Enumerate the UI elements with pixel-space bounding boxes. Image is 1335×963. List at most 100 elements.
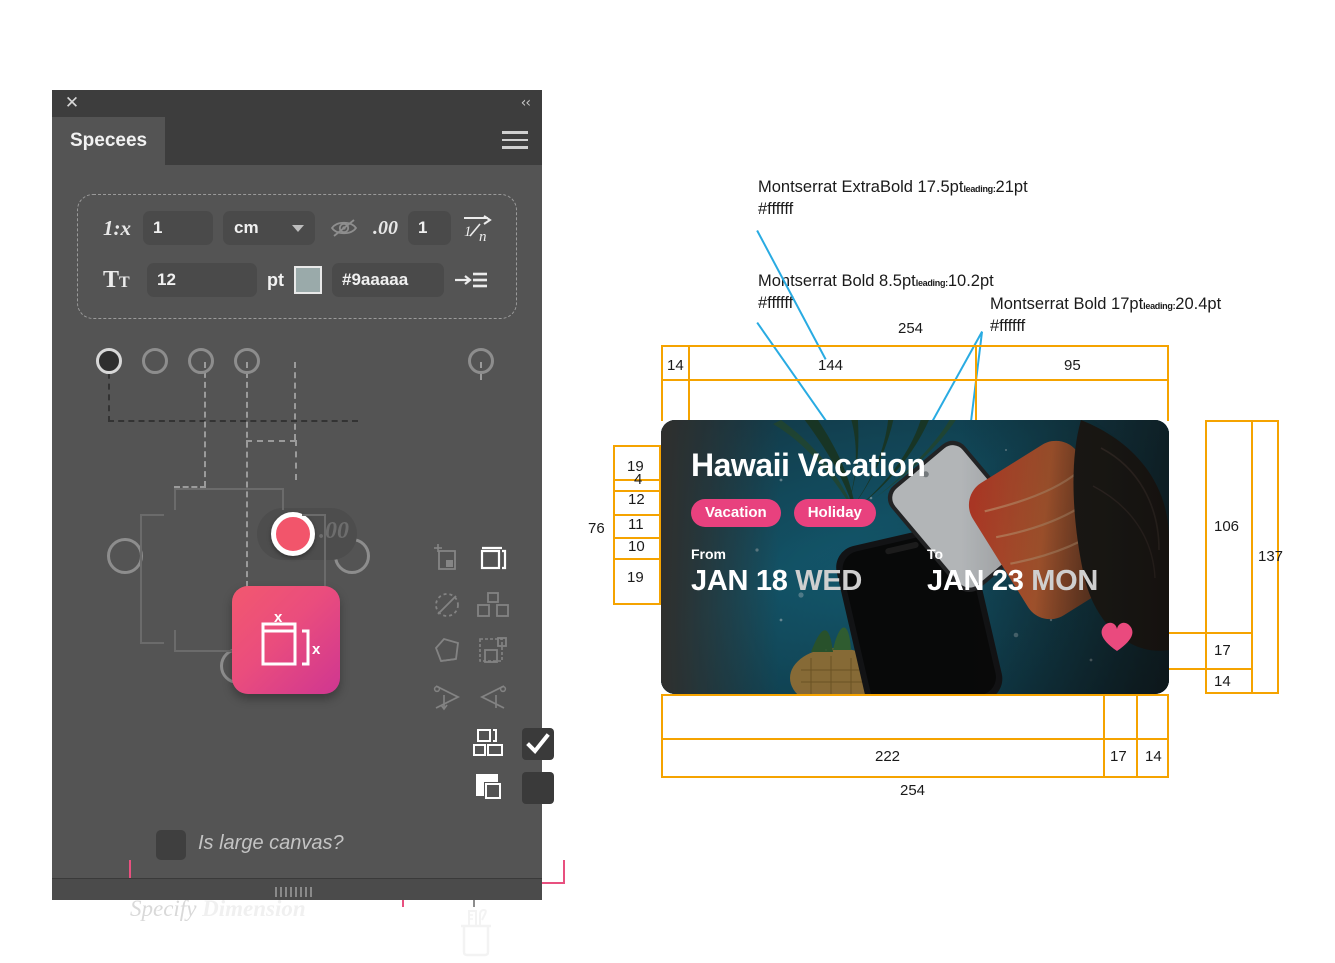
chevron-double-left-icon[interactable]: ‹‹ — [521, 94, 531, 112]
measure-top-divider — [688, 347, 690, 379]
measure-top-divider — [975, 347, 977, 379]
close-icon[interactable]: ✕ — [63, 94, 81, 112]
svg-text:1: 1 — [464, 224, 472, 240]
align-text-icon[interactable] — [454, 269, 488, 291]
unit-select[interactable]: cm — [223, 211, 315, 245]
card-tag-row: Vacation Holiday — [691, 499, 876, 527]
eye-off-icon[interactable] — [329, 216, 359, 240]
measure-bottom-seg-2: 14 — [1145, 748, 1162, 765]
confirm-checkbox[interactable] — [522, 728, 554, 760]
group-objects-icon[interactable] — [476, 634, 510, 673]
from-day: WED — [795, 565, 863, 597]
angle-right-icon[interactable] — [430, 680, 464, 719]
text-size-unit-label: pt — [267, 269, 284, 290]
connector-line — [204, 362, 206, 487]
one-over-n-icon[interactable]: 1 n — [461, 212, 495, 245]
measure-left-divider — [615, 558, 661, 560]
toolbox-icon[interactable] — [455, 906, 499, 963]
anchor-dot-2[interactable] — [142, 348, 168, 374]
duplicate-frame-icon[interactable] — [476, 542, 510, 581]
dimension-icon[interactable]: x x — [382, 906, 428, 963]
decimal-input[interactable]: 1 — [408, 211, 451, 245]
chevron-down-icon — [292, 225, 304, 232]
resize-grip[interactable] — [275, 884, 319, 897]
check-icon — [526, 733, 550, 754]
connector-line — [295, 440, 297, 480]
measure-bottom-ext-bar — [661, 694, 1169, 740]
panel-footer — [52, 878, 542, 900]
to-day: MON — [1031, 565, 1099, 597]
polygon-icon[interactable] — [430, 634, 464, 673]
measure-left-seg-1: 4 — [634, 471, 643, 488]
connector-line — [246, 362, 248, 597]
connector-line — [246, 440, 296, 442]
selection-bracket-left — [140, 514, 164, 644]
annotation-leading-label-0: leading: — [963, 184, 996, 194]
annotation-title-font: Montserrat ExtraBold 17.5ptleading:21pt … — [758, 178, 1028, 219]
text-size-value: 12 — [157, 270, 176, 289]
measure-right-seg-2: 14 — [1214, 673, 1231, 690]
annotation-font-2: Montserrat Bold 17pt — [990, 295, 1144, 313]
hamburger-menu-icon[interactable] — [502, 131, 528, 151]
scale-row: 1:x 1 cm .00 1 1 n — [103, 211, 495, 245]
to-date: JAN 23 — [927, 565, 1024, 597]
measure-top-bar — [661, 345, 1169, 381]
measure-ext-line — [975, 381, 977, 421]
tab-specees-label: Specees — [70, 130, 148, 151]
measure-bottom-total: 254 — [900, 782, 926, 799]
anchor-dot-5[interactable] — [468, 348, 494, 374]
color-hex-input[interactable]: #9aaaaa — [332, 263, 444, 297]
measure-right-ext — [1169, 632, 1207, 634]
card-from-block: From JAN 18 WED — [691, 546, 862, 598]
measure-left-total: 76 — [588, 520, 605, 537]
color-swatch[interactable] — [294, 266, 322, 294]
settings-field-group: 1:x 1 cm .00 1 1 n T T 12 pt #9aaaaa — [77, 194, 517, 319]
specees-panel: ✕ ‹‹ Specees 1:x 1 cm .00 1 1 n T T 12 p… — [52, 90, 565, 957]
to-label: To — [927, 546, 944, 562]
annotation-leading-label-2: leading: — [1143, 301, 1176, 311]
annotation-color-2: #ffffff — [990, 317, 1026, 335]
anchor-dot-left[interactable] — [107, 538, 143, 574]
measure-left-seg-2: 12 — [628, 491, 645, 508]
anchor-dot-3[interactable] — [188, 348, 214, 374]
is-large-canvas-checkbox[interactable] — [156, 830, 186, 860]
svg-text:T: T — [119, 274, 130, 291]
rotate-dashed-icon[interactable] — [430, 588, 464, 627]
annotation-leading-2: 20.4pt — [1175, 295, 1222, 313]
color-hex-value: #9aaaaa — [342, 270, 409, 289]
measure-ext-line — [688, 381, 690, 421]
svg-text:x: x — [420, 937, 427, 951]
dimension-tool-button[interactable]: x x — [232, 586, 340, 694]
measure-right-divider — [1207, 668, 1253, 670]
vacation-card[interactable]: Hawaii Vacation Vacation Holiday From JA… — [661, 420, 1169, 694]
measure-left-seg-5: 19 — [627, 569, 644, 586]
measure-right-seg-0: 106 — [1214, 518, 1240, 535]
scale-label: 1:x — [103, 215, 131, 240]
scale-input-value: 1 — [153, 218, 163, 237]
arrange-objects-icon[interactable] — [472, 726, 508, 767]
selection-bracket-top — [174, 488, 284, 510]
corner-shape-icon[interactable] — [472, 770, 508, 811]
tag-vacation[interactable]: Vacation — [691, 499, 781, 527]
svg-text:T: T — [103, 267, 119, 292]
heart-icon[interactable] — [1099, 621, 1135, 658]
angle-left-icon[interactable] — [476, 680, 510, 719]
annotation-leading-label-1: leading: — [915, 278, 948, 288]
from-date: JAN 18 — [691, 565, 788, 597]
measure-right-ext — [1169, 668, 1207, 670]
anchor-dot-1[interactable] — [96, 348, 122, 374]
anchor-dot-4[interactable] — [234, 348, 260, 374]
measure-right-total: 137 — [1258, 548, 1284, 565]
distribute-objects-icon[interactable] — [476, 588, 510, 627]
tab-specees[interactable]: Specees — [52, 117, 165, 165]
unit-select-value: cm — [234, 218, 259, 237]
tag-holiday[interactable]: Holiday — [793, 499, 876, 527]
add-artboard-icon[interactable] — [430, 542, 464, 581]
scale-input[interactable]: 1 — [143, 211, 213, 245]
text-size-row: T T 12 pt #9aaaaa — [103, 263, 488, 297]
annotation-leading-0: 21pt — [995, 178, 1028, 196]
measure-top-seg-2: 95 — [1064, 357, 1081, 374]
annotation-font-0: Montserrat ExtraBold 17.5pt — [758, 178, 964, 196]
text-size-input[interactable]: 12 — [147, 263, 257, 297]
empty-swatch-icon[interactable] — [522, 772, 554, 804]
